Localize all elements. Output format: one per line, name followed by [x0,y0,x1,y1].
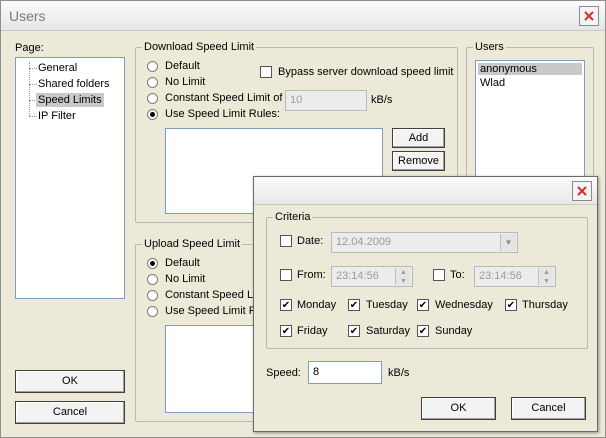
tree-branch [29,116,37,117]
date-label: Date: [297,235,324,247]
sunday-label: Sunday [435,325,473,337]
saturday-label: Saturday [366,325,411,337]
to-time-spinner[interactable]: ▲ ▼ [538,268,554,285]
dialog-close-button[interactable] [572,181,592,201]
upload-option-default: Default [165,257,200,269]
user-item-anonymous[interactable]: anonymous [478,63,582,75]
remove-rule-button[interactable]: Remove [392,151,445,171]
from-label: From: [297,269,326,281]
to-label: To: [450,269,465,281]
from-checkbox[interactable] [280,269,292,281]
download-option-rules: Use Speed Limit Rules: [165,108,280,120]
monday-checkbox[interactable] [280,299,292,311]
speed-unit: kB/s [388,367,410,379]
bypass-label: Bypass server download speed limit [278,66,454,78]
tree-branch [29,68,37,69]
thursday-checkbox[interactable] [505,299,517,311]
cancel-button[interactable]: Cancel [15,401,125,424]
speed-rule-dialog: Criteria Date: 12.04.2009 ▼ From: 23:14:… [253,176,598,432]
to-time-value: 23:14:56 [479,270,522,282]
upload-radio-no-limit[interactable] [147,274,158,285]
spin-down-icon[interactable]: ▼ [539,277,554,286]
monday-label: Monday [297,299,337,311]
tree-connector [29,62,30,116]
upload-option-rules: Use Speed Limit Ru [165,305,263,317]
upload-radio-rules[interactable] [147,306,158,317]
tuesday-label: Tuesday [366,299,408,311]
friday-checkbox[interactable] [280,325,292,337]
page-item-speed-limits[interactable]: Speed Limits [36,93,104,107]
date-value: 12.04.2009 [336,236,392,248]
thursday-label: Thursday [522,299,568,311]
upload-option-constant: Constant Speed Limi [165,289,268,301]
download-radio-rules[interactable] [147,109,158,120]
from-time-spinner[interactable]: ▲ ▼ [395,268,411,285]
download-unit: kB/s [371,94,393,106]
bypass-checkbox[interactable] [260,66,272,78]
saturday-checkbox[interactable] [348,325,360,337]
window-close-button[interactable] [579,6,599,26]
dialog-title-bar [254,177,597,205]
users-list[interactable]: anonymous Wlad [475,60,585,180]
date-picker[interactable]: 12.04.2009 ▼ [331,232,518,253]
upload-radio-constant[interactable] [147,290,158,301]
spin-up-icon[interactable]: ▲ [396,268,411,277]
upload-rules-list[interactable] [165,325,255,413]
download-option-no-limit: No Limit [165,76,206,88]
close-icon [584,11,594,21]
from-time-value: 23:14:56 [336,270,379,282]
add-rule-button[interactable]: Add [392,128,445,148]
sunday-checkbox[interactable] [417,325,429,337]
wednesday-label: Wednesday [435,299,493,311]
page-tree[interactable]: General Shared folders Speed Limits IP F… [15,57,125,299]
upload-radio-default[interactable] [147,258,158,269]
users-label: Users [473,41,506,53]
page-item-ip-filter[interactable]: IP Filter [38,110,76,122]
close-icon [577,186,587,196]
window-title: Users [9,8,46,24]
spin-down-icon[interactable]: ▼ [396,277,411,286]
user-item-wlad[interactable]: Wlad [480,77,505,89]
to-time-input[interactable]: 23:14:56 ▲ ▼ [474,266,556,287]
page-item-general[interactable]: General [38,62,77,74]
upload-group-title: Upload Speed Limit [142,238,243,250]
tuesday-checkbox[interactable] [348,299,360,311]
to-checkbox[interactable] [433,269,445,281]
speed-label: Speed: [266,367,301,379]
tree-branch [29,84,37,85]
from-time-input[interactable]: 23:14:56 ▲ ▼ [331,266,413,287]
download-radio-default[interactable] [147,61,158,72]
download-option-constant: Constant Speed Limit of [165,92,283,104]
dialog-cancel-button[interactable]: Cancel [511,397,586,420]
friday-label: Friday [297,325,328,337]
date-checkbox[interactable] [280,235,292,247]
page-label: Page: [15,42,44,54]
criteria-label: Criteria [273,211,313,223]
download-radio-no-limit[interactable] [147,77,158,88]
wednesday-checkbox[interactable] [417,299,429,311]
speed-input[interactable]: 8 [308,361,382,384]
page-item-shared-folders[interactable]: Shared folders [38,78,110,90]
title-bar: Users [1,1,605,31]
chevron-down-icon[interactable]: ▼ [500,234,516,251]
spin-up-icon[interactable]: ▲ [539,268,554,277]
upload-option-no-limit: No Limit [165,273,206,285]
dialog-ok-button[interactable]: OK [421,397,496,420]
download-option-default: Default [165,60,200,72]
download-constant-input[interactable]: 10 [285,90,367,111]
ok-button[interactable]: OK [15,370,125,393]
download-radio-constant[interactable] [147,93,158,104]
download-group-title: Download Speed Limit [142,41,257,53]
